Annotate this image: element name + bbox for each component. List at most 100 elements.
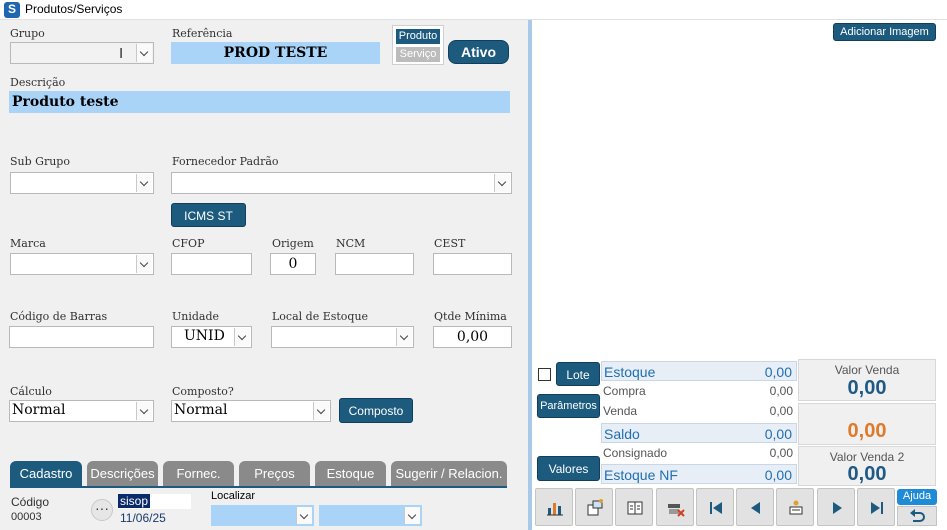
compra-row: Compra 0,00 <box>601 382 797 402</box>
localizar-field-select[interactable] <box>211 505 314 526</box>
valores-button[interactable]: Valores <box>537 456 600 481</box>
ajuda-button[interactable]: Ajuda <box>897 489 937 505</box>
valor-venda-value: 0,00 <box>847 377 887 399</box>
chevron-down-icon[interactable] <box>313 402 329 420</box>
bar-chart-icon <box>547 503 563 516</box>
chevron-down-icon[interactable] <box>136 174 152 192</box>
tab-fornec[interactable]: Fornec. <box>163 461 234 487</box>
tab-descricoes[interactable]: Descrições <box>87 461 158 487</box>
delete-record-button[interactable] <box>656 488 694 526</box>
marca-select[interactable] <box>10 253 154 275</box>
fornecedor-select[interactable] <box>171 172 512 194</box>
cfop-input[interactable] <box>171 253 252 275</box>
codigo-label: Código <box>11 495 50 509</box>
estoque-label: Estoque <box>604 364 656 380</box>
consignado-value: 0,00 <box>769 446 793 460</box>
chevron-down-icon[interactable] <box>494 174 510 192</box>
last-record-button[interactable] <box>857 488 895 526</box>
more-options-icon[interactable]: ··· <box>91 499 113 521</box>
codigo-value: 00003 <box>11 511 42 523</box>
local-estoque-select[interactable] <box>271 326 414 348</box>
first-record-button[interactable] <box>696 488 734 526</box>
ativo-button[interactable]: Ativo <box>448 40 509 64</box>
cest-label: CEST <box>434 237 466 250</box>
local-estoque-label: Local de Estoque <box>272 310 369 323</box>
unidade-label: Unidade <box>172 310 220 323</box>
qtde-minima-input[interactable]: 0,00 <box>433 326 512 348</box>
valor-venda2-value: 0,00 <box>847 463 887 485</box>
composto-select[interactable]: Normal <box>171 400 331 422</box>
chevron-down-icon[interactable] <box>136 255 152 273</box>
chevron-down-icon[interactable] <box>136 44 152 62</box>
chevron-down-icon[interactable] <box>296 507 312 524</box>
compra-value: 0,00 <box>769 384 793 398</box>
saldo-row: Saldo 0,00 <box>601 423 797 443</box>
sub-grupo-label: Sub Grupo <box>10 155 70 168</box>
referencia-input[interactable]: PROD TESTE <box>171 42 380 64</box>
valor-mid-box: 0,00 <box>798 403 936 445</box>
codigo-barras-label: Código de Barras <box>10 310 108 323</box>
saldo-value: 0,00 <box>764 426 792 442</box>
next-record-button[interactable] <box>817 488 855 526</box>
lote-checkbox[interactable] <box>538 368 551 381</box>
previous-icon <box>751 502 760 514</box>
next-icon <box>833 502 842 514</box>
estoque-nf-label: Estoque NF <box>604 467 678 483</box>
unidade-select[interactable]: UNID <box>171 326 252 348</box>
lote-button[interactable]: Lote <box>556 362 600 386</box>
chart-button[interactable] <box>535 488 573 526</box>
previous-record-button[interactable] <box>736 488 774 526</box>
venda-label: Venda <box>603 404 638 418</box>
referencia-label: Referência <box>172 27 233 40</box>
tipo-toggle: Produto Serviço <box>392 25 444 65</box>
produto-option[interactable]: Produto <box>396 29 440 44</box>
marca-label: Marca <box>10 237 46 250</box>
localizar-value-select[interactable] <box>319 505 422 526</box>
valor-mid-value: 0,00 <box>847 420 887 442</box>
compra-label: Compra <box>603 384 646 398</box>
consignado-row: Consignado 0,00 <box>601 444 797 464</box>
chevron-down-icon[interactable] <box>396 328 412 346</box>
edit-record-button[interactable] <box>776 488 814 526</box>
form-icon <box>627 501 643 515</box>
valor-venda2-label: Valor Venda 2 <box>829 450 905 464</box>
composto-button[interactable]: Composto <box>339 398 413 423</box>
origem-input[interactable]: 0 <box>270 253 316 275</box>
skip-first-icon <box>710 502 722 514</box>
app-logo-icon <box>4 2 20 18</box>
tab-cadastro[interactable]: Cadastro <box>10 461 82 487</box>
cest-input[interactable] <box>433 253 512 275</box>
grupo-select[interactable]: I <box>10 42 154 64</box>
chevron-down-icon[interactable] <box>234 328 250 346</box>
tab-precos[interactable]: Preços <box>239 461 310 487</box>
codigo-barras-input[interactable] <box>9 326 154 348</box>
details-button[interactable] <box>615 488 653 526</box>
sub-grupo-select[interactable] <box>10 172 154 194</box>
new-record-button[interactable] <box>575 488 613 526</box>
calculo-select[interactable]: Normal <box>9 400 154 422</box>
user-value: sisop <box>118 494 151 508</box>
ncm-label: NCM <box>336 237 366 250</box>
tab-underline <box>10 486 507 488</box>
cfop-label: CFOP <box>172 237 205 250</box>
undo-button[interactable] <box>897 506 937 526</box>
origem-label: Origem <box>272 237 314 250</box>
composto-label: Composto? <box>172 385 234 398</box>
edit-icon <box>789 500 803 515</box>
date-value: 11/06/25 <box>120 511 166 525</box>
icms-st-button[interactable]: ICMS ST <box>171 203 246 227</box>
text-cursor-icon: I <box>119 45 124 62</box>
descricao-input[interactable]: Produto teste <box>9 91 510 113</box>
tab-sugerir-relacion[interactable]: Sugerir / Relacion. <box>391 461 507 487</box>
chevron-down-icon[interactable] <box>404 507 420 524</box>
parametros-button[interactable]: Parâmetros <box>537 394 600 418</box>
estoque-nf-value: 0,00 <box>764 467 792 483</box>
chevron-down-icon[interactable] <box>136 402 152 420</box>
fornecedor-label: Fornecedor Padrão <box>172 155 279 168</box>
undo-icon <box>910 509 925 522</box>
tab-estoque[interactable]: Estoque <box>315 461 386 487</box>
valor-venda-label: Valor Venda <box>834 363 900 377</box>
adicionar-imagem-button[interactable]: Adicionar Imagem <box>833 23 936 41</box>
servico-option[interactable]: Serviço <box>396 47 440 62</box>
ncm-input[interactable] <box>335 253 414 275</box>
